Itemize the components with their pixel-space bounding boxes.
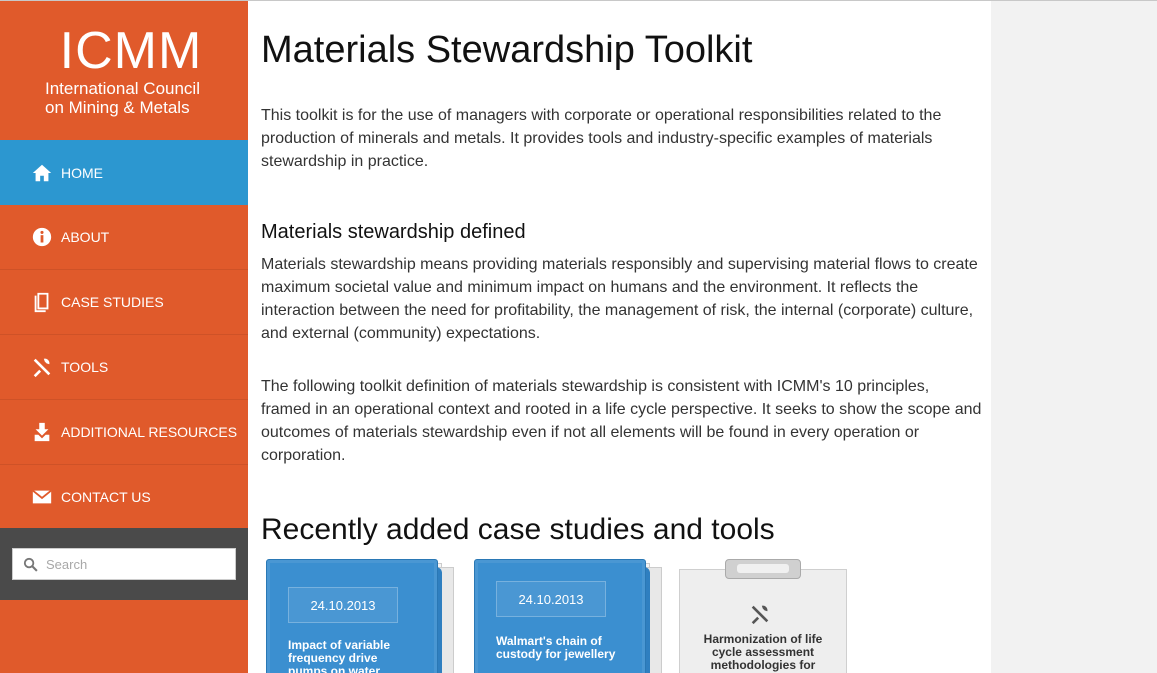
search-bar [0,528,248,600]
search-input[interactable] [46,556,226,572]
nav-label-contact-us: CONTACT US [61,489,151,505]
intro-paragraph: This toolkit is for the use of managers … [261,107,942,170]
logo-abbr: ICMM [59,22,203,80]
info-icon [30,225,54,249]
nav-item-case-studies[interactable]: CASE STUDIES [0,270,248,335]
nav-item-additional-resources[interactable]: ADDITIONAL RESOURCES [0,400,248,465]
logo-line-1: International Council [45,79,200,98]
nav-item-about[interactable]: ABOUT [0,205,248,270]
card-title: Impact of variable frequency drive pumps… [288,638,391,673]
sidebar: ICMM International Council on Mining & M… [0,1,248,673]
envelope-icon [30,485,54,509]
section-heading: Materials stewardship defined [261,221,526,243]
case-study-card[interactable]: 24.10.2013 Impact of variable frequency … [266,559,456,673]
tools-icon [30,355,54,379]
tool-card[interactable]: Harmonization of life cycle assessment m… [679,559,847,673]
definition-paragraph: Materials stewardship means providing ma… [261,256,978,342]
tools-icon [749,603,771,625]
nav-label-case-studies: CASE STUDIES [61,294,164,310]
nav-label-additional-resources: ADDITIONAL RESOURCES [61,424,238,440]
home-icon [30,161,54,185]
case-study-card[interactable]: 24.10.2013 Walmart's chain of custody fo… [474,559,664,673]
nav-label-home: HOME [61,164,103,181]
page-title: Materials Stewardship Toolkit [261,29,753,71]
logo-line-2: on Mining & Metals [45,98,190,117]
clipboard-graphic: Harmonization of life cycle assessment m… [679,559,847,673]
card-date: 24.10.2013 [288,587,398,623]
toolkit-paragraph: The following toolkit definition of mate… [261,378,982,464]
nav-item-tools[interactable]: TOOLS [0,335,248,400]
main-content: Materials Stewardship Toolkit This toolk… [248,1,991,673]
card-title: Walmart's chain of custody for jewellery [496,634,616,661]
nav-label-tools: TOOLS [61,359,109,375]
right-gutter [991,1,1157,673]
download-icon [30,420,54,444]
card-date: 24.10.2013 [496,581,606,617]
icmm-logo[interactable]: ICMM International Council on Mining & M… [0,1,248,140]
documents-icon [30,290,54,314]
folder-graphic: 24.10.2013 Walmart's chain of custody fo… [474,559,664,673]
main-nav: HOME ABOUT CASE STUDIES TOOLS ADDITIONAL… [0,140,248,530]
search-box [12,548,236,580]
nav-item-contact-us[interactable]: CONTACT US [0,465,248,530]
folder-graphic: 24.10.2013 Impact of variable frequency … [266,559,456,673]
nav-item-home[interactable]: HOME [0,140,248,205]
search-icon [23,557,38,572]
nav-label-about: ABOUT [61,229,110,245]
card-title: Harmonization of life cycle assessment m… [703,632,823,672]
recent-heading: Recently added case studies and tools [261,513,775,546]
